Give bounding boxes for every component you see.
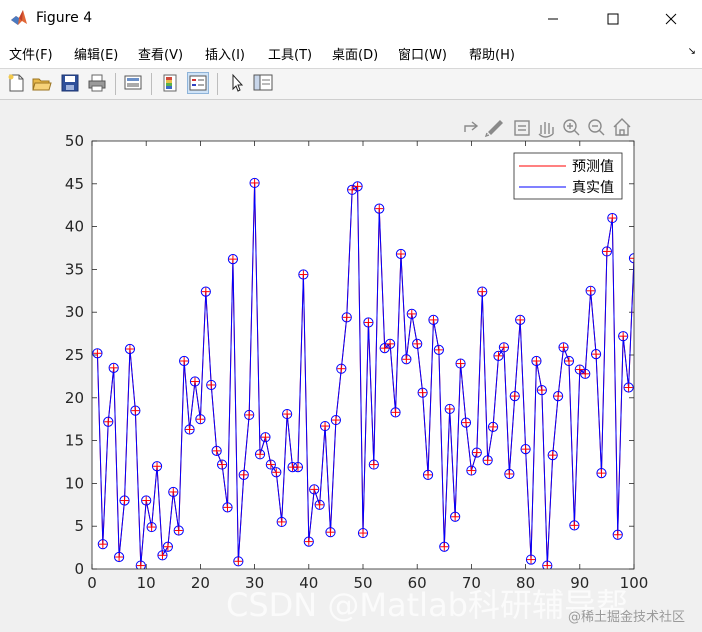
menu-bar: 文件(F) 编辑(E) 查看(V) 插入(I) 工具(T) 桌面(D) 窗口(W… [0, 38, 702, 69]
menu-insert[interactable]: 插入(I) [205, 44, 245, 63]
toolbar-separator [217, 73, 218, 95]
new-figure-icon [8, 74, 24, 92]
menu-tools[interactable]: 工具(T) [268, 44, 312, 63]
y-tick-label: 20 [65, 389, 84, 407]
y-tick-label: 5 [74, 517, 84, 535]
save-button[interactable] [59, 72, 81, 94]
menu-file[interactable]: 文件(F) [9, 44, 53, 63]
pointer-icon [232, 73, 244, 92]
menu-desktop[interactable]: 桌面(D) [332, 44, 378, 63]
pointer-button[interactable] [226, 72, 248, 94]
menu-view[interactable]: 查看(V) [138, 44, 183, 63]
legend-label: 真实值 [572, 180, 614, 196]
menu-window[interactable]: 窗口(W) [398, 44, 447, 63]
brush-icon[interactable] [484, 120, 503, 138]
pan-icon[interactable] [538, 122, 554, 138]
maximize-icon [607, 13, 619, 25]
y-tick-label: 40 [65, 218, 84, 236]
figure-toolbar [0, 69, 702, 100]
legend-label: 预测值 [572, 159, 614, 175]
y-tick-label: 25 [65, 346, 84, 364]
menu-help[interactable]: 帮助(H) [469, 44, 515, 63]
legend-button[interactable] [187, 72, 209, 94]
save-icon [61, 74, 79, 92]
property-inspector-icon [253, 74, 273, 91]
print-preview-icon [124, 75, 142, 90]
close-button[interactable] [648, 0, 694, 38]
print-preview-button[interactable] [122, 72, 144, 94]
y-tick-label: 0 [74, 560, 84, 578]
new-figure-button[interactable] [5, 72, 27, 94]
colorbar-icon [163, 74, 177, 92]
home-icon[interactable] [613, 118, 631, 136]
data-tips-icon[interactable] [514, 120, 530, 136]
x-tick-label: 0 [87, 574, 97, 592]
toolbar-separator [115, 73, 116, 95]
y-tick-label: 30 [65, 303, 84, 321]
toolbar-separator [151, 73, 152, 95]
juejin-watermark: @稀土掘金技术社区 [568, 610, 686, 625]
menu-edit[interactable]: 编辑(E) [74, 44, 118, 63]
export-icon[interactable] [462, 121, 479, 134]
y-tick-label: 15 [65, 432, 84, 450]
y-tick-label: 10 [65, 474, 84, 492]
legend[interactable]: 预测值真实值 [513, 152, 623, 200]
minimize-icon [548, 18, 558, 20]
print-icon [88, 74, 106, 92]
window-title: Figure 4 [36, 10, 93, 26]
y-tick-label: 50 [65, 132, 84, 150]
y-tick-label: 45 [65, 175, 84, 193]
x-tick-label: 20 [191, 574, 210, 592]
maximize-button[interactable] [590, 0, 636, 38]
open-file-button[interactable] [31, 72, 53, 94]
menu-dock-arrow-icon[interactable]: ↘ [688, 46, 696, 57]
open-file-icon [32, 78, 52, 91]
y-tick-label: 35 [65, 260, 84, 278]
title-bar: Figure 4 [0, 0, 702, 38]
plot-svg: 0 10 20 30 40 50 60 70 80 90 100051015202530354045… [65, 118, 648, 592]
x-tick-label: 10 [137, 574, 156, 592]
matlab-logo-icon [10, 9, 28, 27]
property-inspector-button[interactable] [252, 72, 274, 94]
legend-icon [189, 75, 207, 91]
figure-canvas: 0 10 20 30 40 50 60 70 80 90 100 0 5 10 15 20 25 30 35 40 45… [0, 100, 702, 628]
colorbar-button[interactable] [160, 72, 182, 94]
print-button[interactable] [86, 72, 108, 94]
minimize-button[interactable] [530, 0, 576, 38]
zoom-out-icon[interactable] [588, 119, 605, 136]
zoom-in-icon[interactable] [563, 119, 580, 136]
axes-toolbar [462, 118, 631, 138]
close-icon [665, 13, 677, 25]
